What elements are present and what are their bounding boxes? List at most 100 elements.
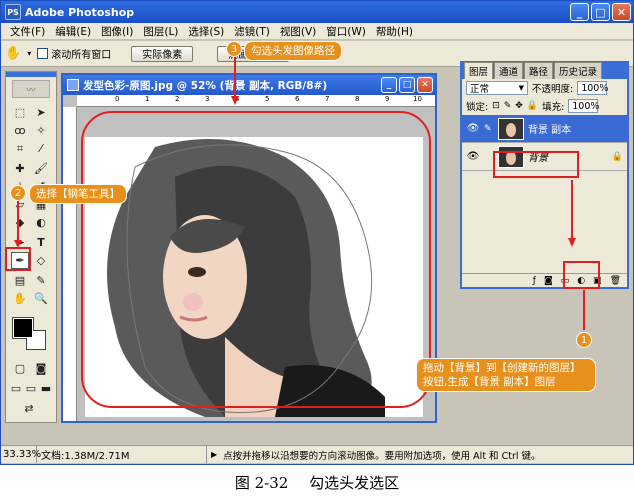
menu-view[interactable]: 视图(V) [275,24,321,39]
layer-background-copy[interactable]: 👁 ✎ 背景 副本 [462,115,627,143]
jump-to-imageready-icon[interactable]: ⇄ [20,400,38,417]
quick-mask-icon[interactable]: ◙ [32,360,50,377]
menu-window[interactable]: 窗口(W) [321,24,371,39]
menu-image[interactable]: 图像(I) [96,24,138,39]
layer-thumbnail [498,145,524,168]
type-tool-icon[interactable]: T [32,234,50,251]
new-set-icon[interactable]: ▭ [561,276,570,286]
layers-palette: 图层 通道 路径 历史记录 正常 ▼ 不透明度: 100% 锁定: ⊡ ✎ ✥ … [460,61,629,289]
layer-name: 背景 副本 [528,125,572,136]
toolbox-grip[interactable] [6,72,56,77]
tab-paths[interactable]: 路径 [524,62,554,79]
fill-input[interactable]: 100% [568,99,599,113]
step-3-number: 3 [226,41,242,57]
canvas-area[interactable]: 0 1 2 3 4 5 6 7 8 9 10 [63,95,435,421]
ruler-mark: 1 [145,95,150,103]
notes-tool-icon[interactable]: ▤ [11,272,29,289]
play-arrow-icon[interactable]: ▶ [207,450,217,459]
portrait-image[interactable] [85,137,423,417]
menu-layer[interactable]: 图层(L) [138,24,183,39]
eye-icon[interactable]: 👁 [466,123,480,134]
ruler-mark: 7 [325,95,330,103]
shape-tool-icon[interactable]: ◇ [32,252,50,269]
lock-all-icon[interactable]: 🔒 [527,101,538,111]
step-3-callout: 勾选头发图像路径 [244,41,342,61]
menu-edit[interactable]: 编辑(E) [50,24,96,39]
blend-mode-value: 正常 [470,84,490,95]
scroll-all-windows-checkbox[interactable]: 滚动所有窗口 [37,46,111,61]
zoom-tool-icon[interactable]: 🔍 [32,290,50,307]
foreground-color-swatch-top[interactable] [13,318,33,338]
horizontal-ruler[interactable]: 0 1 2 3 4 5 6 7 8 9 10 [77,95,435,107]
tab-channels[interactable]: 通道 [494,62,524,79]
hand-tool-icon[interactable]: ✋ [11,290,29,307]
dodge-tool-icon[interactable]: ◐ [32,214,50,231]
menu-select[interactable]: 选择(S) [183,24,229,39]
doc-maximize-button[interactable]: □ [399,77,415,93]
screen-mode-full-icon[interactable]: ▬ [39,380,53,397]
layer-name: 背景 [528,153,548,164]
palette-tabs: 图层 通道 路径 历史记录 [462,62,627,79]
chevron-down-icon[interactable]: ▾ [27,49,31,58]
zoom-level[interactable]: 33.33% [1,446,41,463]
eye-icon[interactable]: 👁 [466,151,480,162]
mask-icon[interactable]: ◙ [544,276,553,286]
hand-tool-icon[interactable]: ✋ [5,46,21,61]
menu-file[interactable]: 文件(F) [5,24,50,39]
crop-tool-icon[interactable]: ⌗ [11,140,29,157]
ruler-mark: 8 [355,95,360,103]
doc-close-button[interactable]: ✕ [417,77,433,93]
ruler-mark: 3 [205,95,210,103]
ruler-mark: 4 [235,95,240,103]
slice-tool-icon[interactable]: ⁄ [32,140,50,157]
checkbox-box[interactable] [37,48,49,59]
menu-bar: 文件(F) 编辑(E) 图像(I) 图层(L) 选择(S) 滤镜(T) 视图(V… [1,23,633,40]
pen-tool-icon[interactable]: ✒ [11,252,29,269]
layer-background[interactable]: 👁 背景 🔒 [462,143,627,171]
tab-history[interactable]: 历史记录 [554,62,603,79]
layers-empty-area [462,171,627,259]
trash-icon[interactable]: 🗑 [610,276,621,286]
vertical-ruler[interactable] [63,107,77,421]
blend-row: 正常 ▼ 不透明度: 100% [462,79,627,97]
menu-filter[interactable]: 滤镜(T) [229,24,275,39]
healing-brush-icon[interactable]: ✚ [11,160,29,177]
document-size: 文档:1.38M/2.71M [37,446,207,463]
menu-help[interactable]: 帮助(H) [371,24,418,39]
brush-link-icon[interactable]: ✎ [484,124,494,134]
lock-row: 锁定: ⊡ ✎ ✥ 🔒 填充: 100% [462,97,627,115]
ruler-mark: 0 [115,95,120,103]
path-select-icon[interactable]: ➤ [11,234,29,251]
photoshop-icon: PS [5,4,21,20]
adjustment-layer-icon[interactable]: ◐ [577,276,585,286]
close-button[interactable]: ✕ [612,3,631,21]
lock-transparency-icon[interactable]: ⊡ [492,101,500,111]
standard-mode-icon[interactable]: ▢ [11,360,29,377]
lasso-tool-icon[interactable]: ꝏ [11,122,29,139]
opacity-input[interactable]: 100% [577,81,608,95]
layers-footer: ƒ ◙ ▭ ◐ ▣ 🗑 [462,273,627,287]
layer-style-icon[interactable]: ƒ [533,276,536,286]
screen-mode-standard-icon[interactable]: ▭ [9,380,23,397]
blend-mode-select[interactable]: 正常 ▼ [466,81,528,95]
magic-wand-icon[interactable]: ✧ [32,122,50,139]
lock-position-icon[interactable]: ✥ [515,101,523,111]
eyedropper-icon[interactable]: ✎ [32,272,50,289]
ruler-mark: 10 [413,95,422,103]
doc-minimize-button[interactable]: _ [381,77,397,93]
app-title: Adobe Photoshop [25,5,135,19]
maximize-button[interactable]: □ [591,3,610,21]
actual-pixels-button[interactable]: 实际像素 [131,45,194,62]
blur-tool-icon[interactable]: ◆ [11,214,29,231]
tab-layers[interactable]: 图层 [464,62,494,79]
lock-icon: 🔒 [611,151,623,162]
move-tool-icon[interactable]: ➤ [32,104,50,121]
status-bar: 33.33% 文档:1.38M/2.71M ▶ 点按并拖移以沿想要的方向滚动图像… [1,445,633,463]
lock-label: 锁定: [466,102,489,113]
screen-mode-full-menu-icon[interactable]: ▭ [24,380,38,397]
create-new-layer-icon[interactable]: ▣ [593,276,602,286]
lock-image-icon[interactable]: ✎ [504,101,512,111]
brush-tool-icon[interactable]: 🖌 [32,160,50,177]
marquee-tool-icon[interactable]: ⬚ [11,104,29,121]
minimize-button[interactable]: _ [570,3,589,21]
